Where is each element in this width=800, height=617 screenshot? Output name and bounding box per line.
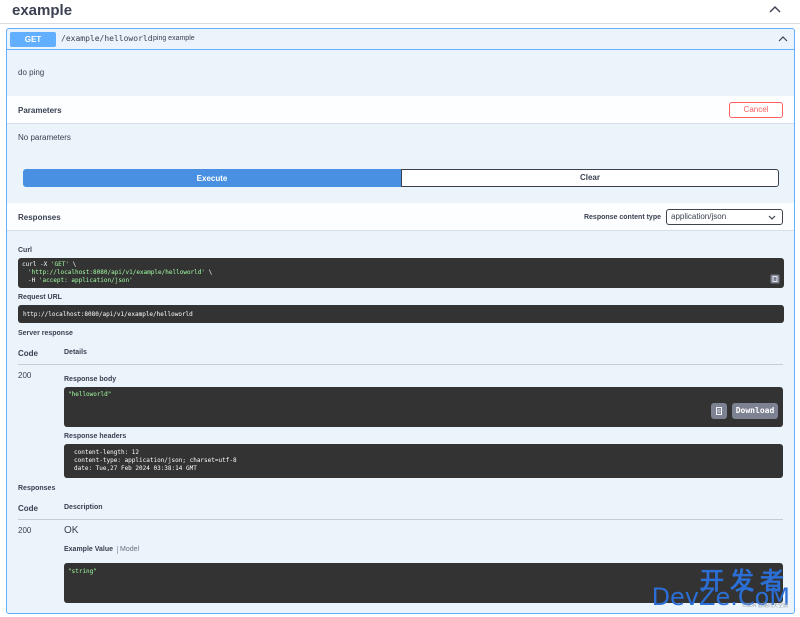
responses-code: 200: [18, 526, 32, 535]
operation-path: /example/helloworld: [61, 34, 153, 43]
chevron-up-icon[interactable]: [768, 3, 782, 17]
curl-label: Curl: [18, 247, 32, 254]
tag-title: example: [12, 2, 73, 19]
server-details-header: Details: [64, 349, 87, 356]
response-header-line: date: Tue,27 Feb 2024 03:38:14 GMT: [74, 465, 197, 472]
server-response-code: 200: [18, 371, 32, 380]
watermark: 开发者 DevZe.CoM CSDN @路向天空鼎: [645, 561, 790, 611]
responses-description-header: Description: [64, 504, 103, 511]
response-headers-block: content-length: 12 content-type: applica…: [64, 444, 783, 478]
request-url-value: http://localhost:8080/api/v1/example/hel…: [23, 311, 193, 318]
tab-separator: [117, 546, 118, 554]
response-body-value: "helloworld": [68, 391, 112, 398]
method-badge: GET: [10, 32, 56, 47]
download-button[interactable]: Download: [732, 403, 778, 419]
response-body-block: "helloworld" Download: [64, 387, 783, 427]
responses-header: Responses Response content type applicat…: [7, 203, 794, 231]
parameters-header: Parameters Cancel: [7, 96, 794, 124]
responses-title: Responses: [18, 213, 61, 222]
response-header-line: content-type: application/json; charset=…: [74, 457, 237, 464]
response-content-type-label: Response content type: [583, 214, 661, 221]
operation-summary[interactable]: GET /example/helloworld ping example: [7, 29, 794, 50]
operation-description: do ping: [18, 68, 45, 77]
response-content-type-select[interactable]: application/json: [666, 209, 783, 225]
responses-divider: [18, 519, 783, 520]
response-content-type-value: application/json: [671, 212, 727, 221]
copy-icon: [716, 407, 722, 415]
request-url-block: http://localhost:8080/api/v1/example/hel…: [18, 305, 784, 323]
operation-block: GET /example/helloworld ping example do …: [6, 28, 795, 614]
curl-line-3: -H 'accept: application/json': [28, 277, 133, 284]
curl-line-1: curl -X 'GET' \: [22, 261, 77, 268]
execute-button[interactable]: Execute: [23, 169, 401, 187]
server-response-title: Server response: [18, 330, 73, 337]
curl-code-block: curl -X 'GET' \ 'http://localhost:8080/a…: [18, 258, 784, 288]
response-body-label: Response body: [64, 376, 117, 383]
tab-example-value[interactable]: Example Value: [64, 546, 113, 553]
tab-model[interactable]: Model: [120, 546, 139, 553]
clear-button[interactable]: Clear: [401, 169, 779, 187]
response-headers-label: Response headers: [64, 433, 127, 440]
watermark-csdn: CSDN @路向天空鼎: [742, 603, 788, 609]
request-url-label: Request URL: [18, 294, 62, 301]
copy-icon[interactable]: [770, 274, 780, 284]
example-value: "string": [68, 568, 97, 575]
responses-title: Responses: [18, 485, 56, 492]
curl-line-2: 'http://localhost:8080/api/v1/example/he…: [28, 269, 213, 276]
copy-button[interactable]: [711, 403, 727, 419]
chevron-up-icon[interactable]: [777, 33, 789, 45]
execute-wrapper: Execute Clear: [23, 169, 779, 187]
responses-description: OK: [64, 525, 79, 536]
tag-header[interactable]: example: [0, 0, 800, 24]
parameters-title: Parameters: [18, 106, 62, 115]
response-header-line: content-length: 12: [74, 449, 140, 456]
no-parameters-text: No parameters: [18, 133, 71, 142]
responses-code-header: Code: [18, 504, 38, 513]
operation-summary-text: ping example: [153, 35, 195, 42]
server-code-header: Code: [18, 349, 38, 358]
chevron-down-icon: [768, 215, 776, 220]
server-response-divider: [18, 364, 783, 365]
cancel-button[interactable]: Cancel: [729, 102, 783, 118]
